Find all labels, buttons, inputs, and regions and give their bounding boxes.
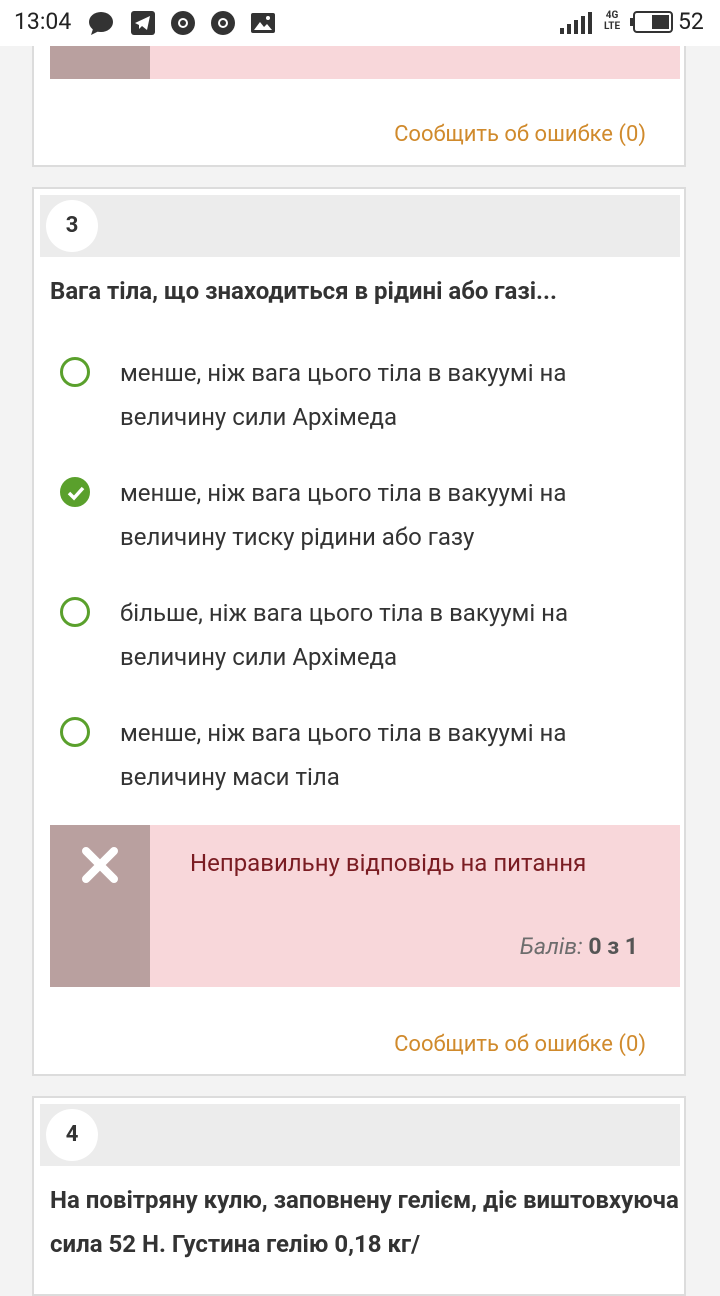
- radio-icon[interactable]: [60, 357, 90, 387]
- report-error-link[interactable]: Сообщить об ошибке (0): [394, 1032, 646, 1057]
- answer-option[interactable]: більше, ніж вага цього тіла в вакуумі на…: [58, 591, 658, 681]
- answer-label: менше, ніж вага цього тіла в вакуумі на …: [120, 359, 567, 431]
- checkmark-icon[interactable]: [60, 477, 90, 507]
- chrome-icon: [171, 11, 195, 35]
- status-time: 13:04: [14, 8, 72, 35]
- score: Балів: 0 з 1: [519, 933, 638, 960]
- answer-label: менше, ніж вага цього тіла в вакуумі на …: [120, 479, 567, 551]
- question-header: 4: [40, 1104, 680, 1166]
- chat-icon: [89, 12, 113, 35]
- feedback-incorrect: Неправильну відповідь на питання Балів: …: [50, 825, 680, 987]
- chrome-icon: [211, 11, 235, 35]
- report-error-link[interactable]: Сообщить об ошибке (0): [394, 122, 646, 147]
- answer-option[interactable]: менше, ніж вага цього тіла в вакуумі на …: [58, 351, 658, 441]
- battery-percent: 52: [678, 8, 704, 35]
- network-type: 4G LTE: [604, 10, 621, 32]
- signal-icon: [560, 12, 592, 34]
- question-number: 4: [46, 1109, 98, 1161]
- question-text: На повітряну кулю, заповнену гелієм, діє…: [50, 1186, 679, 1258]
- answer-option[interactable]: менше, ніж вага цього тіла в вакуумі на …: [58, 471, 658, 561]
- question-card-3: 3 Вага тіла, що знаходиться в рідині або…: [32, 187, 686, 1076]
- answer-label: більше, ніж вага цього тіла в вакуумі на…: [120, 599, 569, 671]
- radio-icon[interactable]: [60, 597, 90, 627]
- question-header: 3: [40, 195, 680, 257]
- question-number: 3: [46, 200, 98, 252]
- feedback-side: [50, 825, 150, 987]
- gallery-icon: [251, 13, 275, 33]
- feedback-message: Неправильну відповідь на питання: [190, 849, 587, 877]
- answer-option[interactable]: менше, ніж вага цього тіла в вакуумі на …: [58, 711, 658, 801]
- radio-icon[interactable]: [60, 717, 90, 747]
- close-icon: [82, 847, 118, 883]
- battery-icon: [630, 11, 673, 33]
- status-bar: 13:04 4G LTE 52: [0, 0, 720, 46]
- telegram-icon: [131, 11, 155, 35]
- answer-label: менше, ніж вага цього тіла в вакуумі на …: [120, 719, 567, 791]
- question-card-4: 4 На повітряну кулю, заповнену гелієм, д…: [32, 1096, 686, 1296]
- question-text: Вага тіла, що знаходиться в рідині або г…: [50, 277, 557, 305]
